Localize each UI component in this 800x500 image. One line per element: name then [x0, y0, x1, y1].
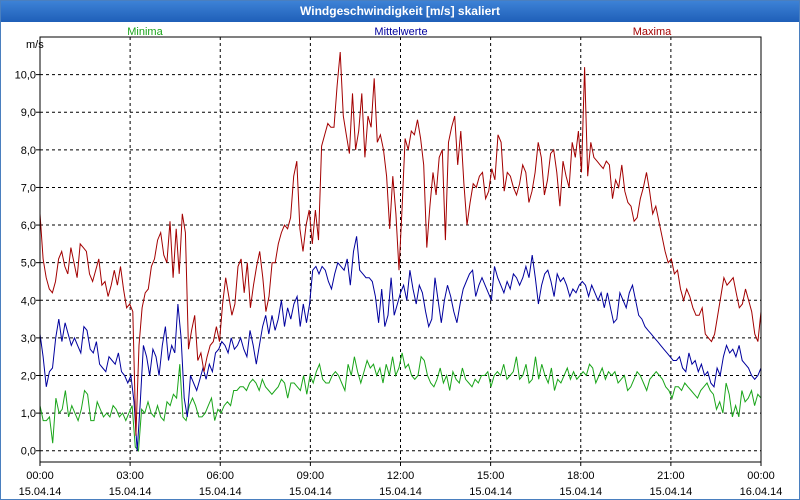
x-tick-label-date: 15.04.14: [649, 486, 692, 498]
x-tick-label-date: 15.04.14: [199, 486, 242, 498]
x-tick-label-time: 03:00: [116, 470, 144, 482]
y-tick-label: 7,0: [21, 182, 36, 194]
line-chart: 0,0 1,0 2,0 3,0 4,0 5,0 6,0 7,0 8,0 9,0 10,0 00:00 1…: [15, 26, 783, 498]
x-tick-label-time: 18:00: [567, 470, 595, 482]
x-tick-label-time: 06:00: [206, 470, 234, 482]
x-tick-label-time: 12:00: [387, 470, 415, 482]
y-tick-label: 10,0: [15, 70, 36, 82]
x-tick-label-date: 15.04.14: [379, 486, 422, 498]
x-tick-label-time: 00:00: [26, 470, 54, 482]
y-tick-label: 3,0: [21, 333, 36, 345]
y-axis-label: m/s: [26, 39, 44, 51]
y-tick-label: 8,0: [21, 145, 36, 157]
legend-entry-mittelwerte: Mittelwerte: [374, 26, 427, 38]
y-tick-label: 0,0: [21, 446, 36, 458]
x-tick-label-date: 16.04.14: [740, 486, 783, 498]
legend: Minima Mittelwerte Maxima: [127, 26, 672, 38]
x-tick-label-time: 15:00: [477, 470, 505, 482]
x-tick-label-date: 15.04.14: [469, 486, 512, 498]
x-tick-label-date: 15.04.14: [289, 486, 332, 498]
y-tick-label: 5,0: [21, 258, 36, 270]
x-tick-label-time: 21:00: [657, 470, 685, 482]
y-tick-label: 9,0: [21, 107, 36, 119]
legend-entry-minima: Minima: [127, 26, 163, 38]
x-tick-label-time: 09:00: [297, 470, 325, 482]
x-tick-label-time: 00:00: [747, 470, 775, 482]
y-tick-label: 6,0: [21, 220, 36, 232]
x-tick-label-date: 15.04.14: [109, 486, 152, 498]
x-tick-label-date: 15.04.14: [559, 486, 602, 498]
y-tick-label: 1,0: [21, 408, 36, 420]
y-tick-label: 2,0: [21, 370, 36, 382]
legend-entry-maxima: Maxima: [633, 26, 672, 38]
x-tick-label-date: 15.04.14: [19, 486, 62, 498]
y-tick-label: 4,0: [21, 295, 36, 307]
